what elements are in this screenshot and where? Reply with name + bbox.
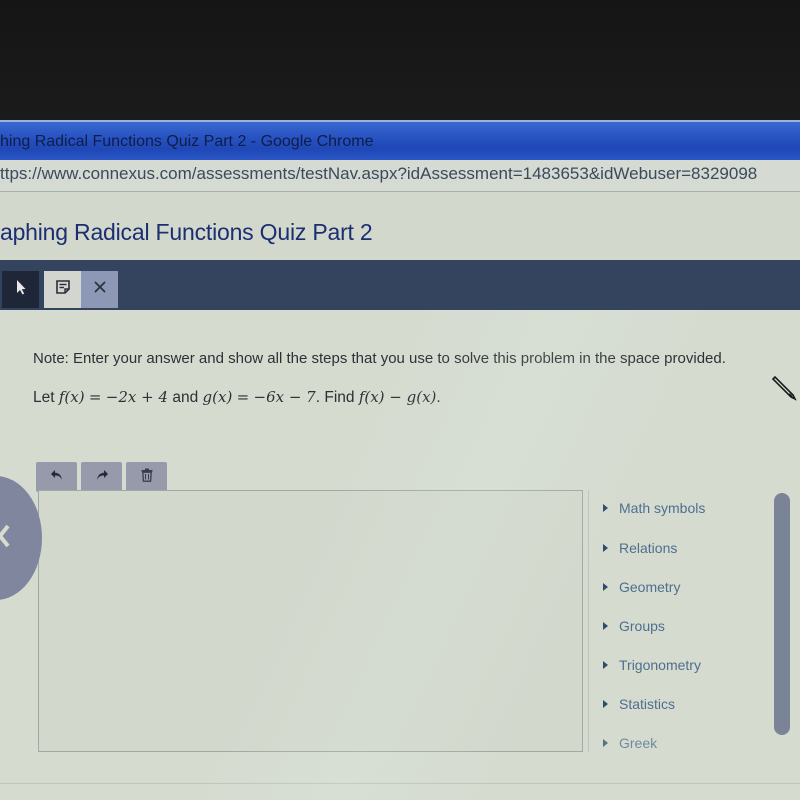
expand-triangle-icon bbox=[603, 661, 608, 669]
expand-triangle-icon bbox=[603, 544, 608, 552]
delete-button[interactable] bbox=[126, 462, 167, 492]
window-title: hing Radical Functions Quiz Part 2 - Goo… bbox=[0, 133, 374, 150]
cursor-arrow-icon bbox=[14, 279, 28, 300]
problem-find: . Find bbox=[315, 389, 355, 406]
problem-statement: Let f(x) = −2x + 4 and g(x) = −6x − 7. F… bbox=[33, 388, 441, 407]
symbol-category-greek[interactable]: Greek bbox=[603, 735, 657, 751]
symbol-panel-scrollbar[interactable] bbox=[774, 493, 790, 735]
f-expression: −2x + 4 bbox=[105, 388, 169, 406]
symbol-category-label: Greek bbox=[619, 735, 658, 751]
address-bar[interactable]: ttps://www.connexus.com/assessments/test… bbox=[0, 160, 800, 192]
chevron-left-icon bbox=[0, 524, 10, 553]
symbol-category-label: Relations bbox=[619, 540, 678, 556]
symbol-category-statistics[interactable]: Statistics bbox=[603, 696, 675, 712]
symbol-category-label: Statistics bbox=[619, 696, 676, 712]
problem-and: and bbox=[172, 389, 199, 406]
problem-let: Let bbox=[33, 389, 55, 406]
symbol-category-groups[interactable]: Groups bbox=[603, 618, 665, 634]
trash-icon bbox=[141, 468, 153, 487]
problem-end: . bbox=[436, 389, 441, 406]
expand-triangle-icon bbox=[603, 739, 608, 747]
expand-triangle-icon bbox=[603, 583, 608, 591]
equals-sign: = bbox=[88, 388, 102, 406]
expand-triangle-icon bbox=[603, 700, 608, 708]
symbol-category-relations[interactable]: Relations bbox=[603, 540, 677, 556]
redo-button[interactable] bbox=[81, 462, 122, 492]
pointer-tool-button[interactable] bbox=[2, 271, 39, 308]
redo-icon bbox=[95, 468, 109, 486]
g-expression: −6x − 7 bbox=[253, 388, 316, 406]
undo-button[interactable] bbox=[36, 462, 77, 492]
equals-sign: = bbox=[236, 388, 250, 406]
close-icon bbox=[93, 280, 107, 299]
symbol-category-label: Groups bbox=[619, 618, 665, 634]
target-expression: f(x) − g(x) bbox=[358, 388, 437, 406]
expand-triangle-icon bbox=[603, 504, 608, 512]
monitor-bezel bbox=[0, 0, 800, 122]
symbol-panel: Math symbols Relations Geometry Groups T… bbox=[588, 490, 768, 752]
divider bbox=[0, 783, 800, 784]
symbol-category-label: Geometry bbox=[619, 579, 681, 595]
undo-icon bbox=[50, 468, 64, 486]
symbol-category-label: Trigonometry bbox=[619, 657, 701, 673]
note-icon bbox=[55, 279, 71, 300]
symbol-category-label: Math symbols bbox=[619, 500, 706, 516]
answer-input-area[interactable] bbox=[38, 490, 583, 752]
expand-triangle-icon bbox=[603, 622, 608, 630]
page-title: aphing Radical Functions Quiz Part 2 bbox=[0, 219, 373, 245]
notes-tool-button[interactable] bbox=[44, 271, 81, 308]
browser-title-bar: hing Radical Functions Quiz Part 2 - Goo… bbox=[0, 120, 800, 160]
pencil-cursor-icon bbox=[770, 375, 798, 409]
symbol-category-math-symbols[interactable]: Math symbols bbox=[603, 500, 705, 516]
f-function: f(x) bbox=[58, 388, 85, 406]
instruction-note: Note: Enter your answer and show all the… bbox=[33, 350, 726, 367]
url-text[interactable]: ttps://www.connexus.com/assessments/test… bbox=[0, 164, 757, 184]
g-function: g(x) bbox=[202, 388, 233, 406]
quiz-toolbar bbox=[0, 260, 800, 310]
page: aphing Radical Functions Quiz Part 2 Not… bbox=[0, 192, 800, 800]
close-tool-button[interactable] bbox=[81, 271, 118, 308]
question-content: Note: Enter your answer and show all the… bbox=[0, 310, 800, 800]
symbol-category-trigonometry[interactable]: Trigonometry bbox=[603, 657, 701, 673]
symbol-category-geometry[interactable]: Geometry bbox=[603, 579, 680, 595]
